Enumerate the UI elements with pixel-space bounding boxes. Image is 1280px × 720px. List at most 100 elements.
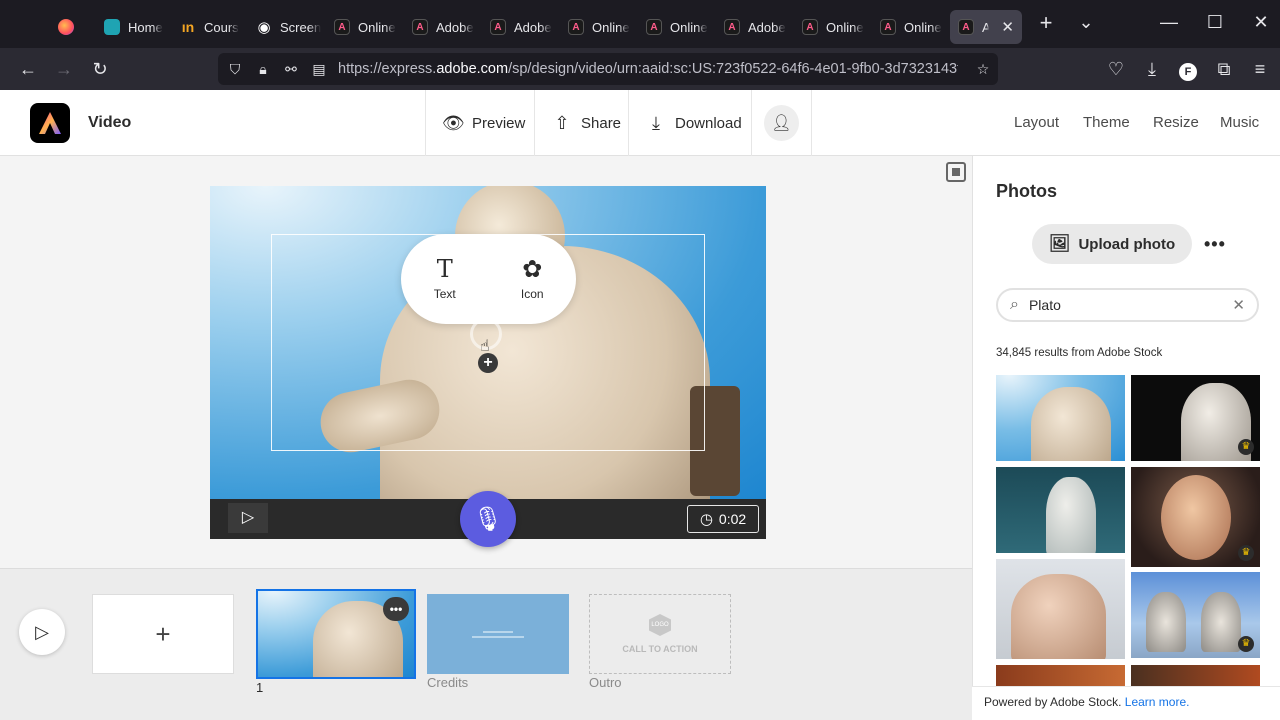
tab-label: Adobe [514,19,552,35]
stock-photo-thumbnail[interactable] [1131,665,1260,687]
browser-tab-active[interactable]: A Ado ✕ [950,10,1022,44]
extensions-icon[interactable]: ⧉ [1210,57,1238,81]
add-text-label: Text [433,287,456,301]
call-to-action-text: CALL TO ACTION [622,644,698,654]
firefox-view-tab[interactable] [50,10,82,44]
browser-tab[interactable]: A Online [326,10,404,44]
credits-thumbnail[interactable] [427,594,569,674]
adobe-express-favicon-icon: A [958,19,974,35]
stock-photo-thumbnail[interactable]: ♛ [1131,572,1260,658]
close-tab-icon[interactable]: ✕ [1001,18,1014,36]
adobe-express-favicon-icon: A [880,19,896,35]
browser-tab[interactable]: A Online [560,10,638,44]
menu-hamburger-icon[interactable]: ≡ [1246,57,1274,81]
stock-photo-thumbnail[interactable] [996,559,1125,659]
project-title[interactable]: Video [88,114,131,132]
stock-photo-thumbnail[interactable]: ♛ [1131,467,1260,567]
results-count: 34,845 results from Adobe Stock [996,347,1163,359]
photo-search-box[interactable]: ⌕ ✕ [996,288,1259,322]
stock-photo-thumbnail[interactable] [996,375,1125,461]
browser-tab-bar: Home ın Cours ◉ Screen A Online A Adobe … [0,0,1280,48]
adobe-express-favicon-icon: A [568,19,584,35]
share-button[interactable]: ⇧ Share [534,90,637,156]
add-icon-option[interactable]: ✿ Icon [502,257,562,301]
tab-label: Online [670,19,708,35]
resize-link[interactable]: Resize [1153,114,1199,131]
learn-more-link[interactable]: Learn more. [1125,695,1190,709]
browser-tab[interactable]: ◉ Screen [248,10,329,44]
browser-tab[interactable]: Home [96,10,171,44]
upload-photo-button[interactable]: 🖼︎ Upload photo [1032,224,1192,264]
scene-more-options-icon[interactable]: ••• [383,597,409,621]
outro-label: Outro [589,675,622,690]
adobe-express-logo-icon[interactable] [30,103,70,143]
downloads-icon[interactable]: ⤓ [1138,57,1166,81]
preview-button[interactable]: 👁︎ Preview [425,90,541,156]
download-button[interactable]: ⤓ Download [628,90,758,156]
fit-to-screen-icon[interactable] [946,162,966,182]
scene-duration-value: 0:02 [718,511,747,527]
tab-label: Screen [280,19,322,35]
outro-thumbnail[interactable]: LOGO CALL TO ACTION [589,594,731,674]
photo-statue [1011,574,1106,659]
browser-tab[interactable]: A Adobe [482,10,560,44]
layout-link[interactable]: Layout [1014,114,1059,131]
theme-link[interactable]: Theme [1083,114,1130,131]
minimize-icon[interactable]: — [1155,12,1183,33]
photo-statue [1046,477,1096,553]
text-t-icon: T [436,255,453,283]
stock-photo-thumbnail[interactable] [996,467,1125,553]
shield-icon[interactable]: ⛉ [226,61,244,78]
reload-icon[interactable]: ↻ [86,57,114,81]
list-tabs-chevron-icon[interactable]: ⌄ [1072,12,1100,33]
photo-statue [1146,592,1186,652]
add-text-option[interactable]: T Text [415,257,475,301]
play-scene-button[interactable]: ▷ [228,503,268,533]
browser-tab[interactable]: ın Cours [172,10,247,44]
lock-icon[interactable]: 🔒︎ [254,61,272,78]
play-all-button[interactable]: ▷ [19,609,65,655]
stock-photo-thumbnail[interactable]: ♛ [1131,375,1260,461]
invite-button[interactable]: 👤︎ [751,90,812,156]
photo-search-input[interactable] [1028,297,1209,313]
url-bar[interactable]: ⛉ 🔒︎ ⚯ ▤ https://express.adobe.com/sp/de… [218,53,998,85]
permissions-icon[interactable]: ⚯ [282,61,300,78]
url-text[interactable]: https://express.adobe.com/sp/design/vide… [338,61,958,77]
adobe-express-favicon-icon: A [724,19,740,35]
upload-photo-label: Upload photo [1078,235,1176,253]
browser-tab[interactable]: A Online [872,10,950,44]
browser-tab[interactable]: A Adobe [716,10,794,44]
add-scene-button[interactable]: + [92,594,234,674]
account-icon[interactable]: F [1174,57,1202,81]
adobe-express-favicon-icon: A [490,19,506,35]
add-element-plus-icon[interactable]: + [478,353,498,373]
tab-label: Online [358,19,396,35]
eye-icon: 👁︎ [442,112,465,133]
close-window-icon[interactable]: ✕ [1247,12,1275,33]
browser-tab[interactable]: A Online [638,10,716,44]
forward-arrow-icon[interactable]: → [50,57,78,81]
new-tab-plus-icon[interactable]: + [1032,10,1060,36]
pocket-icon[interactable]: ♡ [1102,57,1130,81]
browser-tab[interactable]: A Online [794,10,872,44]
scene-duration-button[interactable]: ◷ 0:02 [687,505,759,533]
upload-image-icon: 🖼︎ [1048,234,1071,253]
stock-photo-thumbnail[interactable] [996,665,1125,687]
maximize-icon[interactable]: ☐ [1201,12,1229,33]
reader-view-icon[interactable]: ▤ [310,61,328,78]
more-options-icon[interactable]: ••• [1204,234,1226,255]
music-link[interactable]: Music [1220,114,1259,131]
browser-tab[interactable]: A Adobe [404,10,482,44]
logo-placeholder-icon: LOGO [649,614,671,636]
tab-label: Home [128,19,163,35]
premium-crown-icon: ♛ [1238,636,1254,652]
premium-crown-icon: ♛ [1238,439,1254,455]
bookmark-star-icon[interactable]: ☆ [974,61,992,78]
back-arrow-icon[interactable]: ← [14,57,42,81]
tab-label: Online [904,19,942,35]
play-icon: ▷ [35,621,49,642]
add-element-popup: T Text ✿ Icon [401,234,576,324]
adobe-express-favicon-icon: A [646,19,662,35]
record-voice-button[interactable]: 🎙︎ [460,491,516,547]
clear-search-icon[interactable]: ✕ [1232,296,1245,314]
